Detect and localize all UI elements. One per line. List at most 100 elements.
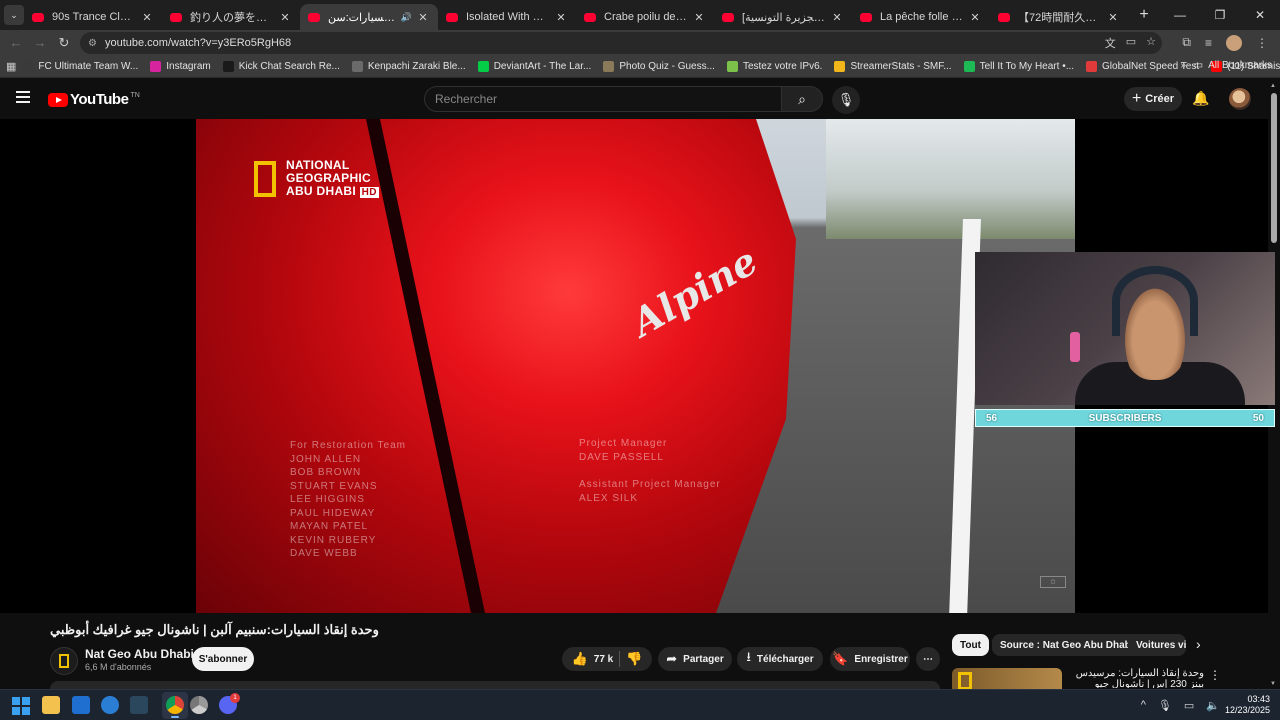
chip-source[interactable]: Source : Nat Geo Abu Dhabi: [992, 634, 1142, 656]
bookmark-star-icon[interactable]: ☆: [1146, 35, 1156, 51]
browser-tab[interactable]: 【72時間耐久】3泊4日無人✕: [990, 4, 1128, 30]
bookmark-favicon-icon: [150, 60, 162, 72]
bookmark-item[interactable]: Kick Chat Search Re...: [217, 60, 346, 72]
browser-menu-icon[interactable]: ⋮: [1256, 36, 1268, 50]
save-button[interactable]: 🔖 Enregistrer: [830, 647, 910, 671]
chevron-right-icon[interactable]: ›: [1196, 636, 1201, 652]
bookmark-item[interactable]: Kenpachi Zaraki Ble...: [346, 60, 472, 72]
cast-icon[interactable]: ▭: [1126, 35, 1136, 51]
thumbs-down-icon[interactable]: 👎: [626, 651, 642, 667]
account-avatar[interactable]: [1229, 88, 1251, 110]
file-explorer-icon[interactable]: [42, 696, 60, 714]
extensions-icon[interactable]: ⧉: [1182, 35, 1191, 50]
scroll-down-icon[interactable]: ▼: [1270, 681, 1276, 687]
close-window-button[interactable]: ✕: [1240, 0, 1280, 30]
recommendation-thumbnail[interactable]: [952, 668, 1062, 690]
bookmark-item[interactable]: Instagram: [144, 60, 216, 72]
volume-icon[interactable]: 🔈: [1206, 699, 1220, 712]
microphone-icon[interactable]: 🎙: [1158, 699, 1172, 712]
more-actions-button[interactable]: ⋯: [916, 647, 940, 671]
credit-line: JOHN ALLEN: [290, 453, 362, 465]
media-player-icon[interactable]: [101, 696, 119, 714]
headset-icon: [1112, 266, 1198, 336]
browser-tab[interactable]: 釣り人の夢を獲った！堤防は✕: [162, 4, 300, 30]
search-button[interactable]: ⌕: [781, 86, 823, 112]
translate-icon[interactable]: 文: [1105, 35, 1116, 51]
channel-name[interactable]: Nat Geo Abu Dhabi: [85, 647, 194, 661]
credit-line: For Restoration Team: [290, 440, 406, 451]
youtube-play-icon: [48, 92, 68, 107]
bookmark-item[interactable]: GlobalNet Speed Test: [1080, 60, 1205, 72]
youtube-header: YouTube TN Rechercher ⌕ 🎙 + Créer 🔔: [0, 79, 1280, 119]
menu-icon[interactable]: [16, 91, 30, 106]
tab-search-icon[interactable]: ⌄: [4, 5, 24, 25]
outlook-icon[interactable]: [72, 696, 90, 714]
video-frame[interactable]: NATIONAL GEOGRAPHIC ABU DHABI HD Alpine …: [196, 119, 1075, 613]
like-button[interactable]: 👍 77 k: [572, 651, 614, 667]
all-bookmarks-button[interactable]: ▭ All Bookmarks: [1194, 60, 1272, 71]
youtube-logo[interactable]: YouTube TN: [48, 91, 140, 108]
chrome-icon[interactable]: [166, 696, 184, 714]
bookmarks-overflow-icon[interactable]: »: [1180, 60, 1186, 71]
bookmark-item[interactable]: Tell It To My Heart •...: [958, 60, 1080, 72]
address-bar[interactable]: ⚙ youtube.com/watch?v=y3ERo5RgH68 文 ▭ ☆: [80, 32, 1162, 54]
forward-button[interactable]: →: [28, 35, 52, 50]
create-button[interactable]: + Créer: [1124, 87, 1182, 111]
windows-start-icon[interactable]: [12, 697, 30, 715]
channel-avatar[interactable]: [50, 647, 78, 675]
bookmark-item[interactable]: FC Ultimate Team W...: [16, 60, 144, 72]
network-icon[interactable]: ▭: [1184, 699, 1194, 712]
chip-all[interactable]: Tout: [952, 634, 989, 656]
browser-tab[interactable]: La pêche folle au Japon -✕: [852, 4, 990, 30]
close-tab-icon[interactable]: ✕: [416, 11, 430, 24]
close-tab-icon[interactable]: ✕: [830, 11, 844, 24]
bookmark-item[interactable]: DeviantArt - The Lar...: [472, 60, 598, 72]
browser-tab[interactable]: Isolated With NO Food Su✕: [438, 4, 576, 30]
system-clock[interactable]: 03:43 12/23/2025: [1225, 694, 1270, 716]
close-tab-icon[interactable]: ✕: [1106, 11, 1120, 24]
recommendation-menu-icon[interactable]: ⋮: [1209, 668, 1221, 682]
bookmark-item[interactable]: StreamerStats - SMF...: [828, 60, 957, 72]
scrollbar-thumb[interactable]: [1271, 93, 1277, 243]
subscribe-button[interactable]: S'abonner: [192, 647, 254, 671]
share-button[interactable]: ➦ Partager: [658, 647, 732, 671]
close-tab-icon[interactable]: ✕: [692, 11, 706, 24]
voice-search-button[interactable]: 🎙: [832, 86, 860, 114]
notifications-bell-icon[interactable]: 🔔: [1192, 90, 1209, 107]
bookmark-item[interactable]: Photo Quiz - Guess...: [597, 60, 721, 72]
browser-tab[interactable]: Crabe poilu de Sapporo !✕: [576, 4, 714, 30]
credits-left: For Restoration Team JOHN ALLEN BOB BROWN S…: [290, 439, 406, 561]
close-tab-icon[interactable]: ✕: [554, 11, 568, 24]
new-tab-button[interactable]: +: [1132, 6, 1156, 24]
bookmark-favicon-icon: [351, 60, 363, 72]
browser-tab[interactable]: 90s Trance Classics Mix (V✕: [24, 4, 162, 30]
close-tab-icon[interactable]: ✕: [140, 11, 154, 24]
search-input[interactable]: Rechercher: [424, 86, 782, 112]
download-button[interactable]: ⭳ Télécharger: [737, 647, 823, 671]
browser-tab[interactable]: [اكتشفت الجزيرة التونسية] ll✕: [714, 4, 852, 30]
apps-grid-icon[interactable]: ▦: [6, 60, 16, 73]
recommendation-title[interactable]: وحدة إنقاذ السيارات: مرسيدس بينز 230 إس …: [1068, 668, 1204, 688]
description-box[interactable]: [50, 681, 940, 689]
profile-avatar[interactable]: [1226, 34, 1242, 51]
credit-line: MAYAN PATEL: [290, 521, 369, 532]
close-tab-icon[interactable]: ✕: [968, 11, 982, 24]
chevron-up-icon[interactable]: ^: [1141, 699, 1146, 712]
media-controls-icon[interactable]: ≡: [1205, 36, 1212, 50]
close-tab-icon[interactable]: ✕: [278, 11, 292, 24]
browser-tab[interactable]: وحدة إنقاذ السيارات:سن🔊✕: [300, 4, 438, 30]
restore-button[interactable]: ❐: [1200, 0, 1240, 30]
video-player[interactable]: NATIONAL GEOGRAPHIC ABU DHABI HD Alpine …: [0, 119, 1275, 613]
scroll-up-icon[interactable]: ▲: [1270, 83, 1276, 89]
steam-icon[interactable]: [130, 696, 148, 714]
credit-line: KEVIN RUBERY: [290, 534, 377, 546]
site-info-icon[interactable]: ⚙: [88, 38, 97, 49]
bookmark-favicon-icon: [477, 60, 489, 72]
speaker-icon[interactable]: 🔊: [401, 12, 412, 23]
chip-cars[interactable]: Voitures vi: [1128, 634, 1186, 656]
minimize-button[interactable]: —: [1160, 0, 1200, 30]
back-button[interactable]: ←: [4, 35, 28, 50]
bookmark-item[interactable]: Testez votre IPv6.: [721, 60, 828, 72]
chrome-alt-icon[interactable]: [190, 696, 208, 714]
reload-button[interactable]: ↻: [52, 35, 76, 51]
